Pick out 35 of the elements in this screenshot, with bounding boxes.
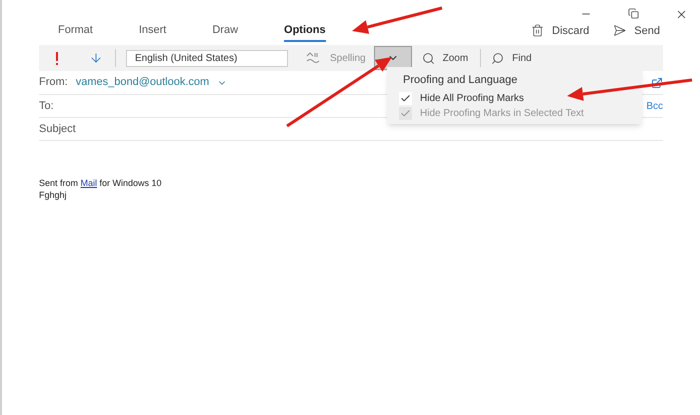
from-account-dropdown[interactable]: vames_bond@outlook.com — [76, 74, 228, 91]
body-text: Fghghj — [39, 189, 68, 201]
search-icon — [422, 52, 435, 64]
zoom-button[interactable]: Zoom — [422, 50, 468, 66]
ribbon-tab[interactable]: Draw — [212, 22, 238, 42]
mail-link[interactable]: Mail — [80, 178, 98, 188]
send-button[interactable]: Send — [613, 22, 660, 42]
bcc-link[interactable]: Bcc — [646, 98, 663, 114]
signature-text: Sent from Mail for Windows 10 — [39, 177, 163, 189]
pop-out-icon[interactable] — [651, 76, 663, 88]
ribbon-tab[interactable]: Insert — [138, 22, 166, 42]
annotation-arrow-icon — [352, 6, 442, 34]
search-icon — [491, 52, 504, 64]
to-label: To: — [39, 98, 54, 114]
ribbon-tab[interactable]: Format — [58, 22, 93, 42]
spelling-icon — [306, 52, 322, 64]
from-label: From: — [39, 75, 68, 90]
ribbon-tab[interactable]: Options — [284, 22, 326, 42]
annotation-arrow-icon — [567, 78, 692, 101]
check-icon — [400, 92, 411, 104]
discard-button[interactable]: Discard — [531, 22, 590, 42]
menu-item[interactable]: Hide All Proofing Marks — [387, 90, 642, 106]
send-icon — [613, 24, 626, 38]
close-icon[interactable] — [675, 8, 688, 21]
check-icon — [400, 108, 411, 118]
trash-icon — [531, 24, 544, 38]
menu-heading: Proofing and Language — [402, 73, 518, 88]
menu-item-label: Hide Proofing Marks in Selected Text — [420, 106, 584, 120]
checkbox[interactable] — [399, 92, 412, 104]
exclamation-icon[interactable] — [55, 52, 59, 64]
find-button[interactable]: Find — [491, 50, 532, 66]
menu-item-label: Hide All Proofing Marks — [420, 92, 524, 106]
restore-icon[interactable] — [628, 8, 639, 19]
language-field[interactable]: English (United States) — [126, 50, 288, 66]
down-arrow-icon[interactable] — [89, 51, 103, 65]
